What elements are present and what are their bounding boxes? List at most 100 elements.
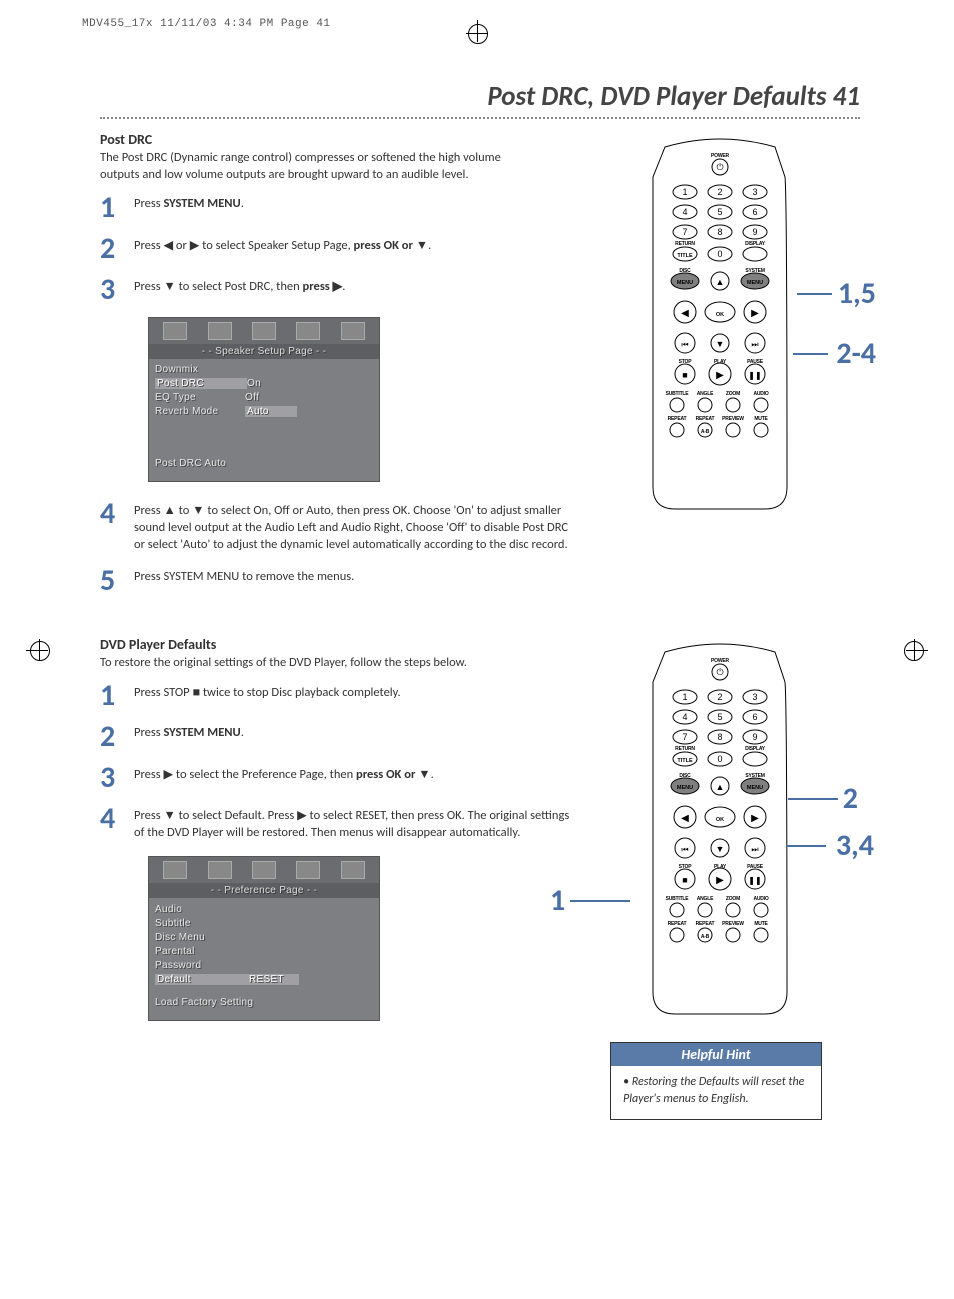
svg-text:PREVIEW: PREVIEW	[722, 921, 744, 927]
step-text: Press STOP ■ twice to stop Disc playback…	[134, 682, 570, 702]
svg-text:7: 7	[682, 227, 687, 237]
svg-text:0: 0	[717, 249, 722, 259]
step: 1Press STOP ■ twice to stop Disc playbac…	[100, 682, 570, 709]
svg-text:▼: ▼	[716, 339, 725, 350]
svg-text:REPEAT: REPEAT	[668, 921, 687, 927]
crop-mark-right	[884, 630, 924, 670]
step: 2Press SYSTEM MENU.	[100, 723, 570, 750]
svg-text:▶: ▶	[751, 306, 759, 319]
svg-text:■: ■	[682, 370, 687, 381]
helpful-hint: Helpful Hint Restoring the Defaults will…	[610, 1042, 822, 1119]
step-number: 1	[100, 682, 134, 709]
svg-text:▶: ▶	[751, 811, 759, 824]
step-text: Press ▲ to ▼ to select On, Off or Auto, …	[134, 500, 570, 554]
osd-body: Audio Subtitle Disc Menu Parental Passwo…	[149, 898, 379, 994]
svg-text:⏮: ⏮	[681, 340, 688, 350]
callout: 1	[550, 882, 565, 919]
svg-text:⏮: ⏮	[681, 845, 688, 855]
section-heading-postdrc: Post DRC	[100, 131, 580, 148]
step-text: Press ▼ to select Post DRC, then press ▶…	[134, 276, 570, 296]
svg-text:ZOOM: ZOOM	[726, 896, 740, 902]
svg-text:8: 8	[717, 732, 722, 742]
step-text: Press SYSTEM MENU to remove the menus.	[134, 567, 570, 586]
osd-title: - - Speaker Setup Page - -	[149, 344, 379, 359]
step-number: 2	[100, 235, 134, 262]
svg-text:MENU: MENU	[747, 280, 763, 286]
osd-tabs	[149, 857, 379, 883]
svg-text:OK: OK	[716, 817, 724, 823]
svg-text:6: 6	[752, 207, 757, 217]
svg-text:TITLE: TITLE	[677, 758, 693, 764]
step: 2Press ◀ or ▶ to select Speaker Setup Pa…	[100, 235, 570, 262]
section-intro-defaults: To restore the original settings of the …	[100, 655, 540, 672]
svg-text:ANGLE: ANGLE	[697, 896, 714, 902]
svg-text:2: 2	[717, 187, 722, 197]
remote-diagram-2: POWER ⏻ 123 456 789 RETURNDISPLAY TITLE …	[635, 642, 805, 1022]
svg-text:A-B: A-B	[701, 934, 710, 940]
svg-text:▶: ▶	[716, 368, 724, 381]
svg-text:1: 1	[682, 692, 687, 702]
svg-text:MENU: MENU	[747, 785, 763, 791]
svg-text:MENU: MENU	[677, 280, 693, 286]
callout: 2-4	[836, 335, 876, 372]
step-text: Press ◀ or ▶ to select Speaker Setup Pag…	[134, 235, 570, 255]
step-number: 3	[100, 276, 134, 303]
svg-text:5: 5	[717, 207, 722, 217]
crop-mark-left	[30, 630, 70, 670]
svg-text:◀: ◀	[681, 811, 689, 824]
step: 4Press ▼ to select Default. Press ▶ to s…	[100, 805, 570, 842]
svg-text:MUTE: MUTE	[754, 921, 768, 927]
step: 3Press ▼ to select Post DRC, then press …	[100, 276, 570, 303]
svg-text:AUDIO: AUDIO	[753, 896, 768, 902]
svg-text:RETURN: RETURN	[675, 746, 695, 752]
svg-text:▼: ▼	[716, 844, 725, 855]
svg-text:0: 0	[717, 754, 722, 764]
step-number: 4	[100, 805, 134, 832]
remote-diagram-1: POWER ⏻ 123 456 789 RETURNDISPLAY TITLE …	[635, 137, 805, 517]
svg-text:4: 4	[682, 207, 687, 217]
osd-body: Downmix Post DRCOn EQ TypeOff Reverb Mod…	[149, 359, 379, 455]
svg-text:1: 1	[682, 187, 687, 197]
title-divider	[100, 117, 860, 119]
svg-text:⏭: ⏭	[751, 845, 758, 855]
svg-text:5: 5	[717, 712, 722, 722]
step: 3Press ▶ to select the Preference Page, …	[100, 764, 570, 791]
svg-text:TITLE: TITLE	[677, 253, 693, 259]
crop-mark-top	[457, 24, 497, 64]
step-number: 4	[100, 500, 134, 527]
svg-text:⏻: ⏻	[716, 162, 723, 173]
svg-text:2: 2	[717, 692, 722, 702]
svg-text:⏻: ⏻	[716, 667, 723, 678]
osd-tabs	[149, 318, 379, 344]
svg-text:9: 9	[752, 227, 757, 237]
svg-text:SUBTITLE: SUBTITLE	[666, 896, 690, 902]
svg-text:OK: OK	[716, 312, 724, 318]
svg-text:POWER: POWER	[711, 658, 729, 664]
section-heading-defaults: DVD Player Defaults	[100, 636, 580, 653]
section-intro-postdrc: The Post DRC (Dynamic range control) com…	[100, 150, 540, 184]
svg-text:RETURN: RETURN	[675, 241, 695, 247]
svg-text:❚❚: ❚❚	[748, 876, 761, 886]
svg-text:4: 4	[682, 712, 687, 722]
osd-footer: Post DRC Auto	[149, 455, 379, 481]
svg-text:DISPLAY: DISPLAY	[745, 746, 766, 752]
osd-preference: - - Preference Page - - Audio Subtitle D…	[148, 856, 380, 1021]
step-text: Press ▼ to select Default. Press ▶ to se…	[134, 805, 570, 842]
callout: 2	[843, 780, 858, 817]
svg-text:POWER: POWER	[711, 153, 729, 159]
hint-body: Restoring the Defaults will reset the Pl…	[611, 1066, 821, 1118]
svg-text:ZOOM: ZOOM	[726, 391, 740, 397]
osd-footer: Load Factory Setting	[149, 994, 379, 1020]
svg-text:REPEAT: REPEAT	[696, 921, 715, 927]
step: 5Press SYSTEM MENU to remove the menus.	[100, 567, 570, 594]
svg-text:AUDIO: AUDIO	[753, 391, 768, 397]
svg-text:❚❚: ❚❚	[748, 371, 761, 381]
svg-text:REPEAT: REPEAT	[668, 416, 687, 422]
svg-text:DISPLAY: DISPLAY	[745, 241, 766, 247]
osd-speaker-setup: - - Speaker Setup Page - - Downmix Post …	[148, 317, 380, 482]
svg-text:7: 7	[682, 732, 687, 742]
page-title: Post DRC, DVD Player Defaults 41	[100, 80, 860, 113]
callout: 3,4	[836, 827, 874, 864]
step-text: Press SYSTEM MENU.	[134, 723, 570, 742]
svg-text:▶: ▶	[716, 873, 724, 886]
